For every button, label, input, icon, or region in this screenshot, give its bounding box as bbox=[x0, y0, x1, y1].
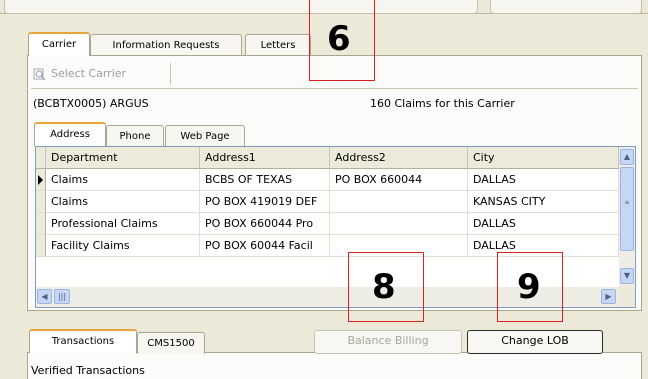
magnifier-icon bbox=[33, 67, 46, 81]
annotation-number-9: 9 bbox=[517, 267, 541, 307]
table-cell[interactable] bbox=[330, 213, 468, 235]
grid-corner bbox=[36, 147, 46, 169]
scroll-thumb-horizontal[interactable]: ||| bbox=[54, 289, 70, 304]
table-cell[interactable]: KANSAS CITY bbox=[468, 191, 619, 213]
table-cell[interactable]: Facility Claims bbox=[46, 235, 200, 257]
table-cell[interactable]: Claims bbox=[46, 191, 200, 213]
scroll-thumb[interactable]: ≡ bbox=[620, 167, 634, 251]
table-cell[interactable]: PO BOX 660044 bbox=[330, 169, 468, 191]
tab-letters[interactable]: Letters bbox=[245, 34, 311, 56]
row-selector[interactable] bbox=[36, 213, 46, 235]
annotation-number-8: 8 bbox=[372, 267, 396, 307]
column-header-address2[interactable]: Address2 bbox=[330, 147, 468, 169]
tab-cms1500[interactable]: CMS1500 bbox=[137, 332, 205, 354]
select-carrier-label: Select Carrier bbox=[51, 67, 127, 80]
balance-billing-button[interactable]: Balance Billing bbox=[314, 330, 462, 354]
column-header-address1[interactable]: Address1 bbox=[200, 147, 330, 169]
tab-address[interactable]: Address bbox=[34, 122, 106, 146]
tab-carrier[interactable]: Carrier bbox=[28, 32, 90, 56]
tab-web-page[interactable]: Web Page bbox=[165, 125, 245, 147]
row-selector[interactable] bbox=[36, 235, 46, 257]
current-row-arrow-icon bbox=[38, 175, 43, 185]
top-panel-left bbox=[4, 0, 478, 14]
table-cell[interactable]: PO BOX 419019 DEF bbox=[200, 191, 330, 213]
row-selector[interactable] bbox=[36, 169, 46, 191]
select-carrier-button[interactable]: Select Carrier bbox=[33, 63, 171, 85]
scroll-corner bbox=[619, 287, 635, 307]
scroll-up-icon[interactable]: ▲ bbox=[620, 149, 634, 165]
carrier-name: (BCBTX0005) ARGUS bbox=[33, 97, 149, 110]
table-cell[interactable]: Professional Claims bbox=[46, 213, 200, 235]
claims-count: 160 Claims for this Carrier bbox=[370, 97, 515, 110]
column-header-department[interactable]: Department bbox=[46, 147, 200, 169]
scroll-left-icon[interactable]: ◀ bbox=[37, 289, 52, 304]
table-cell[interactable]: PO BOX 660044 Pro bbox=[200, 213, 330, 235]
column-header-city[interactable]: City bbox=[468, 147, 619, 169]
table-cell[interactable]: DALLAS bbox=[468, 213, 619, 235]
scroll-down-icon[interactable]: ▼ bbox=[620, 268, 634, 284]
table-cell[interactable] bbox=[330, 191, 468, 213]
vertical-scrollbar[interactable]: ▲ ≡ ▼ bbox=[619, 147, 635, 287]
table-cell[interactable]: BCBS OF TEXAS bbox=[200, 169, 330, 191]
tab-information-requests[interactable]: Information Requests bbox=[90, 34, 242, 56]
verified-transactions-label: Verified Transactions bbox=[31, 364, 145, 377]
scroll-right-icon[interactable]: ▶ bbox=[601, 289, 616, 304]
row-selector[interactable] bbox=[36, 191, 46, 213]
table-cell[interactable]: Claims bbox=[46, 169, 200, 191]
top-panel-right bbox=[490, 0, 642, 14]
table-cell[interactable]: PO BOX 60044 Facil bbox=[200, 235, 330, 257]
tab-transactions[interactable]: Transactions bbox=[29, 329, 137, 353]
annotation-number-6: 6 bbox=[327, 19, 351, 59]
change-lob-button[interactable]: Change LOB bbox=[467, 330, 603, 354]
tab-phone[interactable]: Phone bbox=[106, 125, 164, 147]
table-cell[interactable]: DALLAS bbox=[468, 169, 619, 191]
